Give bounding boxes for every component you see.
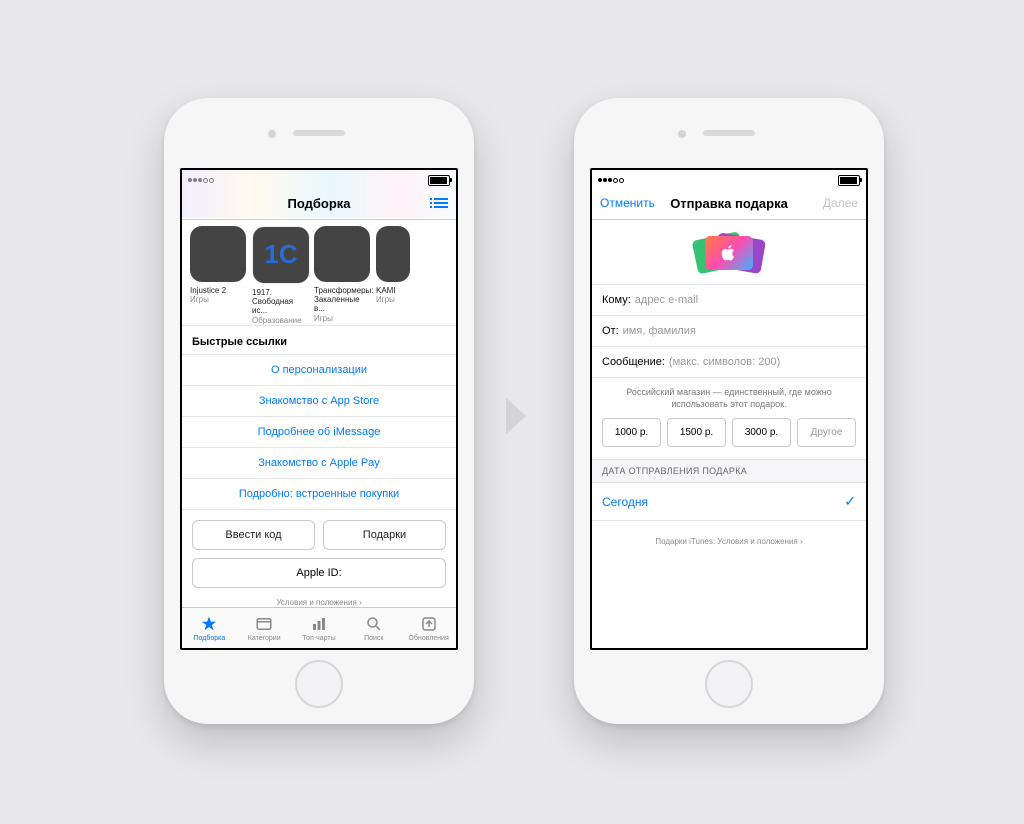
store-note: Российский магазин — единственный, где м…	[592, 378, 866, 418]
quick-link[interactable]: Знакомство с App Store	[182, 385, 456, 416]
quick-link[interactable]: Знакомство с Apple Pay	[182, 447, 456, 478]
tab-updates[interactable]: Обновления	[401, 608, 456, 648]
button-row: Ввести код Подарки	[182, 510, 456, 550]
navbar: Подборка	[182, 187, 456, 220]
home-button[interactable]	[295, 660, 343, 708]
apple-id-button[interactable]: Apple ID:	[192, 558, 446, 588]
quick-link[interactable]: О персонализации	[182, 354, 456, 385]
to-field[interactable]: Кому: адрес e-mail	[592, 285, 866, 316]
app-name: Injustice 2	[190, 286, 246, 295]
from-field[interactable]: От: имя, фамилия	[592, 316, 866, 347]
quick-links-header: Быстрые ссылки	[182, 326, 456, 354]
field-label: Кому:	[602, 294, 631, 306]
phone-speaker	[293, 130, 345, 136]
list-view-icon[interactable]	[434, 198, 448, 208]
status-bar	[182, 170, 456, 187]
app-tile[interactable]: Трансформеры: Закаленные в... Игры	[314, 226, 370, 325]
phone-left: Подборка Injustice 2 Игры 1С 1917. Свобо…	[164, 98, 474, 724]
send-date-value: Сегодня	[602, 495, 648, 509]
app-category: Игры	[314, 314, 370, 323]
send-date-row[interactable]: Сегодня ✓	[592, 482, 866, 521]
tab-search[interactable]: Поиск	[346, 608, 401, 648]
gift-card-art	[592, 220, 866, 284]
featured-apps-row[interactable]: Injustice 2 Игры 1С 1917. Свободная ис..…	[182, 220, 456, 326]
app-name: 1917. Свободная ис...	[252, 288, 308, 316]
phone-speaker	[703, 130, 755, 136]
screen-left: Подборка Injustice 2 Игры 1С 1917. Свобо…	[180, 168, 458, 650]
battery-icon	[838, 175, 860, 186]
app-category: Образование	[252, 316, 308, 325]
field-label: От:	[602, 325, 619, 337]
app-name: KAMI	[376, 286, 410, 295]
navbar: Отменить Отправка подарка Далее	[592, 187, 866, 220]
app-tile[interactable]: KAMI Игры	[376, 226, 410, 325]
updates-icon	[420, 615, 438, 633]
star-icon	[200, 615, 218, 633]
tab-featured[interactable]: Подборка	[182, 608, 237, 648]
send-date-header: ДАТА ОТПРАВЛЕНИЯ ПОДАРКА	[592, 459, 866, 482]
cancel-button[interactable]: Отменить	[600, 196, 655, 210]
tab-categories[interactable]: Категории	[237, 608, 292, 648]
field-placeholder: адрес e-mail	[635, 294, 698, 306]
checkmark-icon: ✓	[844, 493, 856, 510]
signal-icon	[598, 178, 624, 183]
amount-other[interactable]: Другое	[797, 418, 856, 447]
phone-camera	[678, 130, 686, 138]
nav-title: Отправка подарка	[670, 196, 788, 211]
quick-link[interactable]: Подробно: встроенные покупки	[182, 478, 456, 510]
stage: Подборка Injustice 2 Игры 1С 1917. Свобо…	[0, 0, 1024, 824]
screen-right: Отменить Отправка подарка Далее Кому: ад…	[590, 168, 868, 650]
status-bar	[592, 170, 866, 187]
app-thumb: 1С	[252, 226, 310, 284]
gift-form: Кому: адрес e-mail От: имя, фамилия Сооб…	[592, 284, 866, 378]
nav-title: Подборка	[287, 196, 350, 211]
search-icon	[365, 615, 383, 633]
field-placeholder: (макс. символов: 200)	[669, 356, 780, 368]
bars-icon	[310, 615, 328, 633]
field-label: Сообщение:	[602, 356, 665, 368]
tab-label: Категории	[248, 635, 281, 642]
enter-code-button[interactable]: Ввести код	[192, 520, 315, 550]
signal-icon	[188, 178, 214, 183]
phone-right: Отменить Отправка подарка Далее Кому: ад…	[574, 98, 884, 724]
app-category: Игры	[190, 295, 246, 304]
tab-label: Обновления	[408, 635, 448, 642]
arrow-icon	[500, 394, 532, 443]
tab-bar: Подборка Категории Топ-чарты Поиск Обнов…	[182, 607, 456, 648]
quick-link[interactable]: Подробнее об iMessage	[182, 416, 456, 447]
app-tile[interactable]: Injustice 2 Игры	[190, 226, 246, 325]
battery-icon	[428, 175, 450, 186]
app-name: Трансформеры: Закаленные в...	[314, 286, 370, 314]
apple-logo-icon	[721, 244, 737, 262]
message-field[interactable]: Сообщение: (макс. символов: 200)	[592, 347, 866, 378]
amount-option[interactable]: 1000 р.	[602, 418, 661, 447]
home-button[interactable]	[705, 660, 753, 708]
quick-links-list: О персонализации Знакомство с App Store …	[182, 354, 456, 510]
phone-camera	[268, 130, 276, 138]
app-thumb	[376, 226, 410, 282]
grid-icon	[255, 615, 273, 633]
tab-label: Подборка	[194, 635, 226, 642]
tab-charts[interactable]: Топ-чарты	[292, 608, 347, 648]
tab-label: Топ-чарты	[302, 635, 335, 642]
amount-row: 1000 р. 1500 р. 3000 р. Другое	[592, 418, 866, 459]
app-thumb	[190, 226, 246, 282]
app-tile[interactable]: 1С 1917. Свободная ис... Образование	[252, 226, 308, 325]
app-category: Игры	[376, 295, 410, 304]
amount-option[interactable]: 3000 р.	[732, 418, 791, 447]
gift-terms-link[interactable]: Подарки iTunes: Условия и положения ›	[592, 521, 866, 562]
tab-label: Поиск	[364, 635, 383, 642]
amount-option[interactable]: 1500 р.	[667, 418, 726, 447]
app-thumb	[314, 226, 370, 282]
next-button: Далее	[823, 196, 858, 210]
field-placeholder: имя, фамилия	[623, 325, 696, 337]
gifts-button[interactable]: Подарки	[323, 520, 446, 550]
